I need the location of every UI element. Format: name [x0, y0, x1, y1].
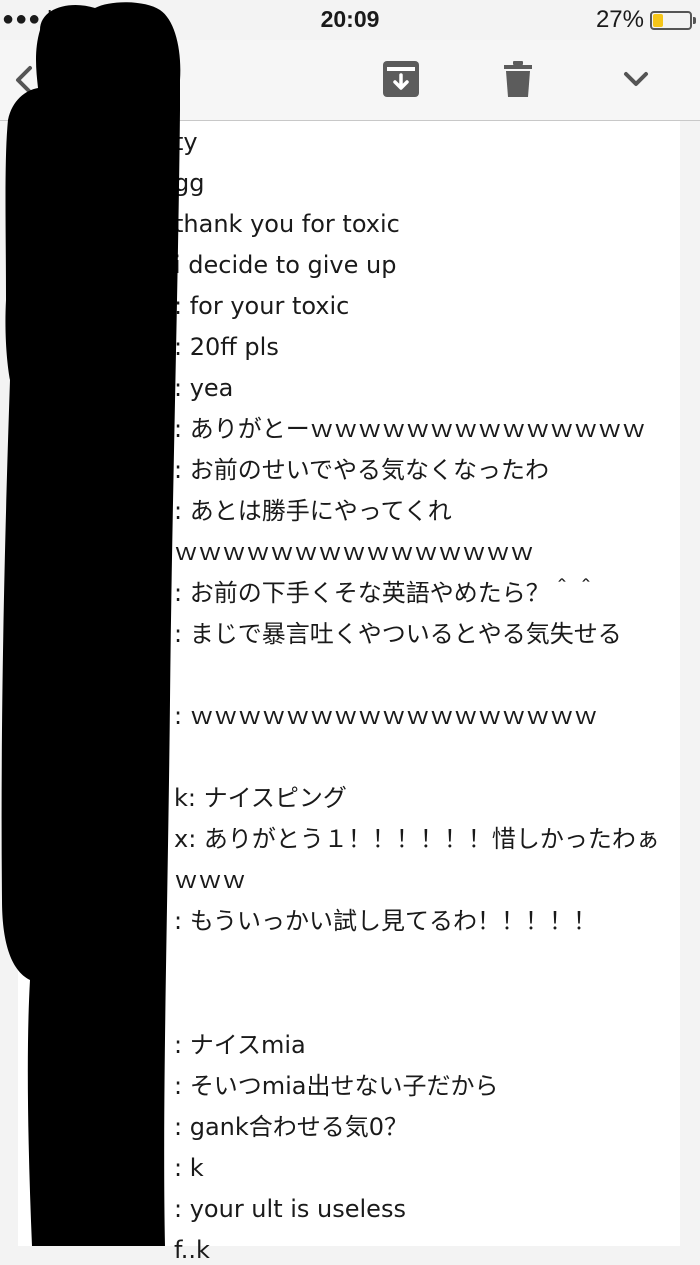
archive-button[interactable] — [382, 60, 420, 98]
chat-line: ty — [174, 128, 198, 156]
chat-line: : your ult is useless — [174, 1195, 406, 1223]
archive-icon — [383, 61, 419, 97]
chat-line: : そいつmia出せない子だから — [174, 1072, 499, 1100]
chat-line: k: ナイスピング — [174, 784, 347, 812]
chat-line: : あとは勝手にやってくれ — [174, 497, 452, 525]
status-bar: ●●● k 20:09 27% — [0, 0, 700, 40]
battery-level — [653, 13, 663, 27]
battery-icon — [650, 10, 696, 30]
trash-button[interactable] — [500, 60, 536, 98]
chat-line: gg — [174, 169, 205, 197]
chat-line: : k — [174, 1154, 204, 1182]
chat-line: ｗｗｗｗｗｗｗｗｗｗｗｗｗｗｗ — [174, 538, 534, 566]
back-button[interactable] — [8, 62, 38, 98]
chat-line: : まじで暴言吐くやついるとやる気失せる — [174, 620, 622, 648]
chat-line: i decide to give up — [174, 251, 397, 279]
chevron-down-icon — [624, 72, 648, 86]
chat-line: f..k — [174, 1236, 210, 1264]
message-body: ty gg thank you for toxic i decide to gi… — [18, 121, 680, 1264]
chat-line: : gank合わせる気0？ — [174, 1113, 409, 1141]
chat-line: : もういっかい試し見てるわ！！！！！ — [174, 907, 597, 935]
chat-line: thank you for toxic — [174, 210, 400, 238]
mail-toolbar — [0, 40, 700, 121]
chat-line: x: ありがとう１！！！！！！惜しかったわぁ — [174, 825, 660, 853]
chat-line: : 20ff pls — [174, 333, 279, 361]
chat-line: ｗｗｗ — [174, 866, 246, 894]
status-right: 27% — [595, 6, 696, 34]
chat-line: : ありがとーｗｗｗｗｗｗｗｗｗｗｗｗｗｗ — [174, 415, 646, 443]
trash-icon — [504, 61, 532, 97]
chat-line: : ナイスmia — [174, 1031, 306, 1059]
chat-line: : お前のせいでやる気なくなったわ — [174, 456, 549, 484]
battery-percent: 27% — [595, 6, 644, 33]
chat-line: : yea — [174, 374, 234, 402]
chat-line: : for your toxic — [174, 292, 350, 320]
chat-line: : ｗｗｗｗｗｗｗｗｗｗｗｗｗｗｗｗｗ — [174, 702, 598, 730]
more-options-button[interactable] — [620, 66, 652, 94]
chevron-left-icon — [16, 66, 32, 94]
chat-line: : お前の下手くそな英語やめたら？＾＾ — [174, 579, 598, 607]
